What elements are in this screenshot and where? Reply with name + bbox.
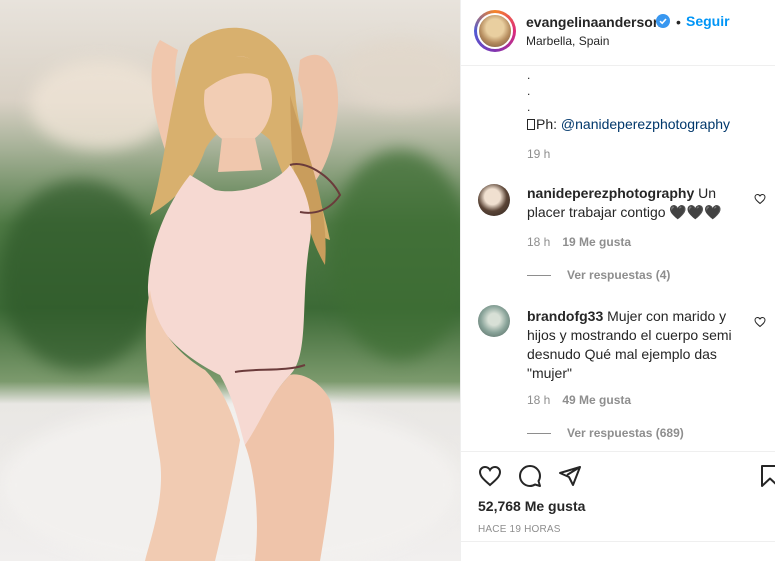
view-replies-button[interactable]: Ver respuestas (4) — [527, 268, 670, 282]
post-actions: 52,768 Me gusta HACE 19 HORAS — [461, 451, 775, 561]
author-username[interactable]: evangelinaanderson — [526, 14, 661, 30]
camera-emoji-icon — [527, 119, 535, 130]
caption-dot: . — [527, 100, 531, 114]
caption-credit: Ph: @nanideperezphotography — [527, 116, 730, 132]
bookmark-icon[interactable] — [758, 464, 775, 488]
post-timestamp[interactable]: HACE 19 HORAS — [478, 524, 561, 535]
post-location[interactable]: Marbella, Spain — [526, 34, 609, 48]
avatar-image — [477, 13, 513, 49]
comment-likes[interactable]: 19 Me gusta — [562, 235, 631, 249]
comment-text: brandofg33 Mujer con marido y hijos y mo… — [527, 307, 737, 383]
divider — [461, 541, 775, 542]
post-header: evangelinaanderson • Seguir Marbella, Sp… — [461, 0, 775, 66]
share-icon[interactable] — [558, 464, 582, 488]
heart-icon[interactable] — [478, 464, 502, 488]
post-photo[interactable] — [0, 0, 460, 561]
verified-badge-icon — [656, 14, 670, 28]
post-details-panel: evangelinaanderson • Seguir Marbella, Sp… — [460, 0, 775, 561]
comment-meta: 18 h 49 Me gusta — [527, 393, 631, 407]
commenter-username[interactable]: nanideperezphotography — [527, 185, 694, 201]
separator-dot: • — [676, 14, 681, 30]
commenter-avatar[interactable] — [478, 305, 510, 337]
comment-icon[interactable] — [518, 464, 542, 488]
author-avatar[interactable] — [474, 10, 516, 52]
comment-meta: 18 h 19 Me gusta — [527, 235, 631, 249]
credit-prefix: Ph: — [536, 116, 561, 132]
comment-like-heart-icon[interactable] — [754, 193, 766, 205]
instagram-post: evangelinaanderson • Seguir Marbella, Sp… — [0, 0, 775, 561]
view-replies-button[interactable]: Ver respuestas (689) — [527, 426, 684, 440]
comment-age: 18 h — [527, 235, 551, 249]
photographer-mention-link[interactable]: @nanideperezphotography — [561, 116, 730, 132]
comment-like-heart-icon[interactable] — [754, 316, 766, 328]
model-figure — [145, 27, 342, 561]
likes-count[interactable]: 52,768 Me gusta — [478, 498, 585, 514]
caption-dot: . — [527, 84, 531, 98]
comment-age: 18 h — [527, 393, 551, 407]
follow-button[interactable]: Seguir — [686, 13, 730, 29]
comment-text: nanideperezphotography Un placer trabaja… — [527, 184, 737, 222]
comment-likes[interactable]: 49 Me gusta — [562, 393, 631, 407]
commenter-username[interactable]: brandofg33 — [527, 308, 603, 324]
commenter-avatar[interactable] — [478, 184, 510, 216]
caption-dot: . — [527, 68, 531, 82]
caption-age: 19 h — [527, 147, 551, 161]
